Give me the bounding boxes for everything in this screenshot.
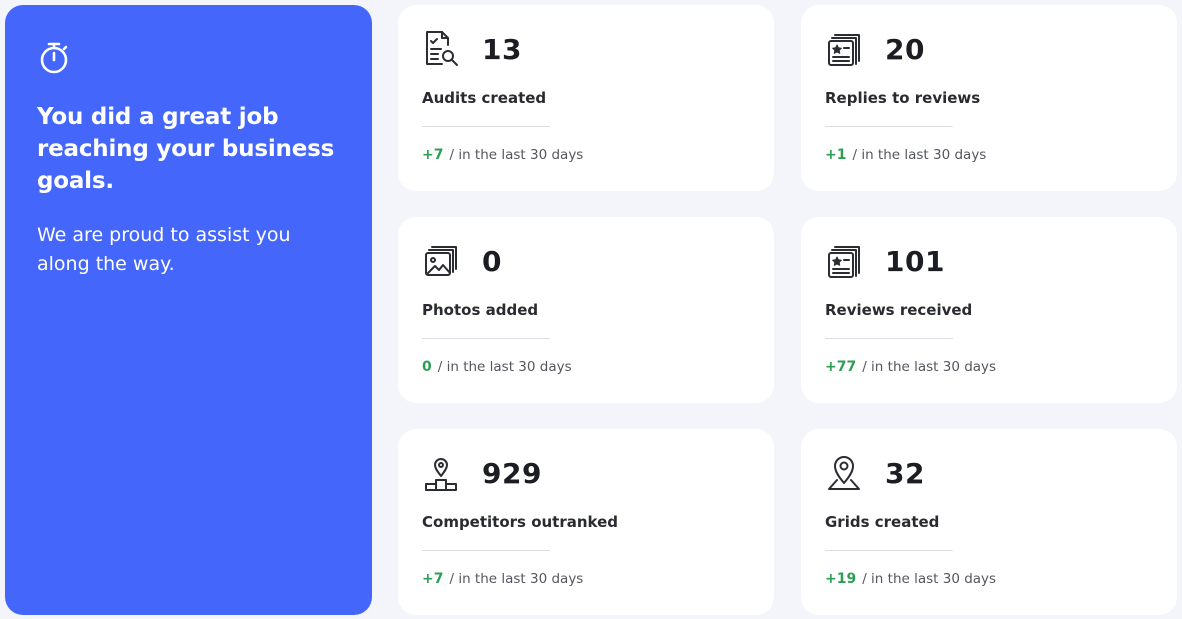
stat-trend: +19 / in the last 30 days [825, 571, 1153, 587]
stat-trend: +1 / in the last 30 days [825, 147, 1153, 163]
stat-period: / in the last 30 days [852, 147, 987, 163]
stat-label: Replies to reviews [825, 89, 981, 107]
stat-value: 20 [885, 32, 925, 66]
stat-card-photos: 0 Photos added 0 / in the last 30 days [398, 217, 774, 403]
stat-card-replies: 20 Replies to reviews +1 / in the last 30… [801, 5, 1177, 191]
stat-card-competitors: 929 Competitors outranked +7 / in the las… [398, 429, 774, 615]
photos-icon [425, 246, 457, 276]
stat-period: / in the last 30 days [862, 571, 997, 587]
stat-label: Competitors outranked [422, 513, 619, 531]
stat-value: 929 [482, 456, 542, 490]
divider [422, 550, 550, 551]
stat-card-reviews: 101 Reviews received +77 / in the last 30… [801, 217, 1177, 403]
stat-card-audits: 13 Audits created +7 / in the last 30 day… [398, 5, 774, 191]
stat-value: 101 [885, 244, 945, 278]
stat-label: Photos added [422, 301, 539, 319]
stat-delta: +7 [422, 147, 444, 163]
divider [825, 550, 953, 551]
stat-delta: +1 [825, 147, 847, 163]
stat-trend: 0 / in the last 30 days [422, 359, 750, 375]
review-replies-icon [828, 34, 860, 66]
stat-delta: +77 [825, 359, 857, 375]
divider [825, 338, 953, 339]
stat-trend: +77 / in the last 30 days [825, 359, 1153, 375]
hero-headline: You did a great job reaching your busine… [37, 104, 335, 194]
stat-card-grids: 32 Grids created +19 / in the last 30 day… [801, 429, 1177, 615]
stat-trend: +7 / in the last 30 days [422, 571, 750, 587]
stat-delta: +7 [422, 571, 444, 587]
stat-label: Grids created [825, 513, 940, 531]
divider [422, 338, 550, 339]
audit-document-icon [426, 31, 458, 66]
stat-value: 0 [482, 244, 502, 278]
achievement-panel: You did a great job reaching your busine… [5, 5, 372, 615]
map-pin-icon [828, 456, 860, 490]
stat-value: 13 [482, 32, 522, 66]
stat-value: 32 [885, 456, 925, 490]
stat-period: / in the last 30 days [437, 359, 572, 375]
stat-label: Audits created [422, 89, 547, 107]
stat-period: / in the last 30 days [449, 571, 584, 587]
stat-delta: 0 [422, 359, 432, 375]
divider [422, 126, 550, 127]
stat-label: Reviews received [825, 301, 973, 319]
stat-period: / in the last 30 days [862, 359, 997, 375]
stat-trend: +7 / in the last 30 days [422, 147, 750, 163]
stat-delta: +19 [825, 571, 857, 587]
hero-subtext: We are proud to assist you along the way… [37, 224, 291, 275]
dashboard-stats: You did a great job reaching your busine… [0, 0, 1182, 619]
podium-pin-icon [425, 458, 457, 491]
stat-period: / in the last 30 days [449, 147, 584, 163]
divider [825, 126, 953, 127]
stopwatch-icon [40, 42, 68, 74]
reviews-received-icon [828, 246, 860, 278]
